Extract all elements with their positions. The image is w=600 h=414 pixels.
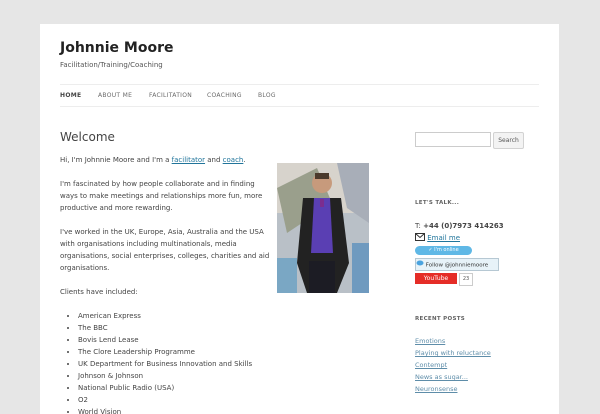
phone-number: T: +44 (0)7973 414263 (415, 222, 504, 230)
page: Johnnie Moore Facilitation/Training/Coac… (40, 24, 559, 414)
email-me-link[interactable]: Email me (427, 234, 460, 242)
email-row: Email me (415, 233, 460, 243)
nav-divider-top (60, 84, 539, 85)
intro-prefix: Hi, I'm Johnnie Moore and I'm a (60, 156, 172, 164)
list-item: The BBC (78, 322, 374, 334)
list-item: Johnson & Johnson (78, 370, 374, 382)
site-title[interactable]: Johnnie Moore (60, 40, 173, 56)
johnnie-moore-photo (277, 163, 369, 293)
nav-home[interactable]: HOME (60, 92, 98, 99)
search-button[interactable]: Search (493, 132, 524, 149)
twitter-follow-label: Follow @johnniemoore (425, 262, 489, 269)
clients-heading: Clients have included: (60, 288, 138, 296)
fascinated-paragraph: I'm fascinated by how people collaborate… (60, 180, 263, 212)
recent-post-link[interactable]: Contempt (415, 361, 447, 369)
recent-post-link[interactable]: Neuronsense (415, 385, 458, 393)
nav-blog[interactable]: BLOG (258, 92, 288, 99)
main-content: Welcome Hi, I'm Johnnie Moore and I'm a … (60, 130, 374, 414)
facilitator-link[interactable]: facilitator (172, 156, 205, 164)
nav-coaching[interactable]: COACHING (207, 92, 258, 99)
page-title: Welcome (60, 130, 115, 144)
recent-post-link[interactable]: Emotions (415, 337, 445, 345)
recent-post-link[interactable]: Playing with reluctance (415, 349, 491, 357)
recent-post-link[interactable]: News as sugar... (415, 373, 468, 381)
list-item: Neuronsense (415, 385, 491, 397)
recent-posts-list: Emotions Playing with reluctance Contemp… (415, 337, 491, 397)
phone-label: T: (415, 222, 421, 230)
search-input[interactable] (415, 132, 491, 147)
site-description: Facilitation/Training/Coaching (60, 61, 163, 69)
envelope-icon (415, 233, 425, 243)
list-item: Contempt (415, 361, 491, 373)
skype-status-button[interactable]: ✓ I'm online (415, 246, 472, 255)
list-item: National Public Radio (USA) (78, 382, 374, 394)
coach-link[interactable]: coach (223, 156, 244, 164)
clients-list: American Express The BBC Bovis Lend Leas… (60, 310, 374, 414)
intro-paragraph: Hi, I'm Johnnie Moore and I'm a facilita… (60, 154, 272, 166)
nav-about-me[interactable]: ABOUT ME (98, 92, 149, 99)
list-item: O2 (78, 394, 374, 406)
list-item: Bovis Lend Lease (78, 334, 374, 346)
and-text: and (205, 156, 223, 164)
youtube-subscriber-count: 23 (459, 273, 473, 286)
list-item: The Clore Leadership Programme (78, 346, 374, 358)
nav-facilitation[interactable]: FACILITATION (149, 92, 207, 99)
nav-divider-bottom (60, 106, 539, 107)
intro-text: Hi, I'm Johnnie Moore and I'm a facilita… (60, 154, 272, 298)
phone-value: +44 (0)7973 414263 (423, 222, 504, 230)
worked-paragraph: I've worked in the UK, Europe, Asia, Aus… (60, 228, 270, 272)
list-item: UK Department for Business Innovation an… (78, 358, 374, 370)
recent-posts-title: RECENT POSTS (415, 316, 466, 322)
main-navigation: HOME ABOUT ME FACILITATION COACHING BLOG (60, 92, 288, 99)
twitter-bird-icon (416, 259, 424, 271)
list-item: Playing with reluctance (415, 349, 491, 361)
youtube-subscribe-button[interactable]: YouTube (415, 273, 457, 284)
list-item: World Vision (78, 406, 374, 414)
intro-period: . (243, 156, 246, 164)
lets-talk-title: LET'S TALK... (415, 200, 460, 206)
list-item: American Express (78, 310, 374, 322)
skype-status-label: I'm online (434, 247, 459, 253)
portrait-image (277, 163, 369, 293)
list-item: Emotions (415, 337, 491, 349)
list-item: News as sugar... (415, 373, 491, 385)
twitter-follow-button[interactable]: Follow @johnniemoore (415, 258, 499, 271)
